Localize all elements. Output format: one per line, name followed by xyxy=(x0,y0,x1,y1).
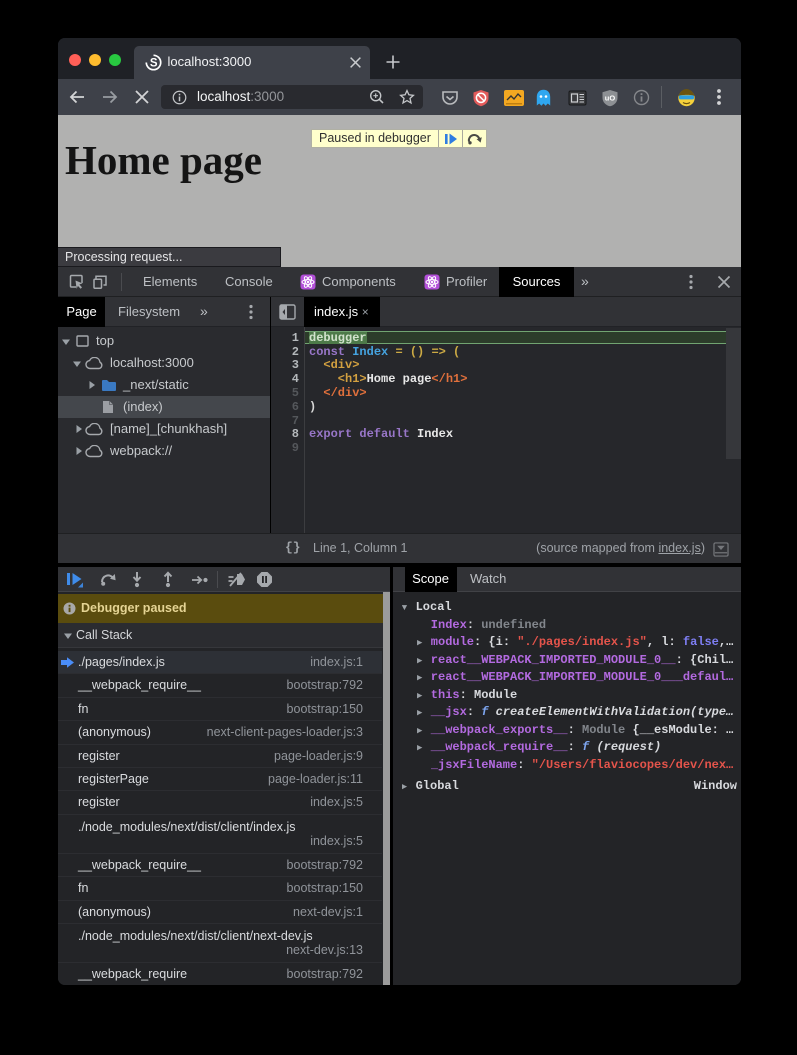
svg-text:uO: uO xyxy=(605,94,616,103)
svg-text:S: S xyxy=(149,58,157,70)
